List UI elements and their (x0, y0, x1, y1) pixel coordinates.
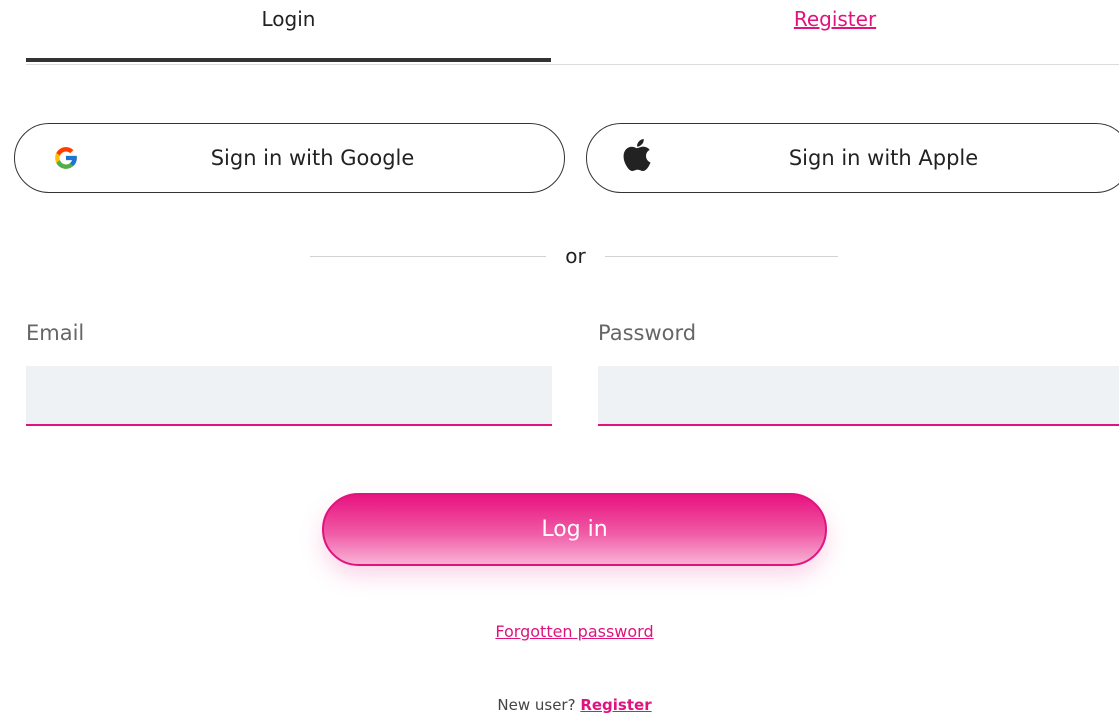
forgotten-password-link[interactable]: Forgotten password (0, 622, 1119, 641)
login-page: Login Register Sign in with Google Sign … (0, 0, 1119, 717)
divider-text: or (565, 244, 586, 268)
tab-login[interactable]: Login (26, 0, 551, 62)
google-g-icon (53, 145, 79, 171)
new-user-text: New user? (497, 696, 581, 714)
google-sign-in-label: Sign in with Google (210, 146, 415, 170)
email-field[interactable] (26, 366, 552, 426)
apple-sign-in-button[interactable]: Sign in with Apple (586, 123, 1119, 193)
divider-line-right (605, 256, 838, 257)
or-divider: or (310, 244, 838, 268)
tab-register[interactable]: Register (551, 0, 1119, 62)
apple-sign-in-label: Sign in with Apple (788, 146, 979, 170)
log-in-button[interactable]: Log in (322, 493, 827, 566)
google-sign-in-button[interactable]: Sign in with Google (14, 123, 565, 193)
auth-tabs: Login Register (26, 0, 1119, 65)
password-field[interactable] (598, 366, 1119, 426)
footer-register-link[interactable]: Register (580, 696, 651, 714)
divider-line-left (310, 256, 546, 257)
password-label: Password (598, 321, 697, 345)
new-user-prompt: New user? Register (0, 696, 1119, 714)
email-label: Email (26, 321, 85, 345)
apple-logo-icon (623, 139, 651, 172)
